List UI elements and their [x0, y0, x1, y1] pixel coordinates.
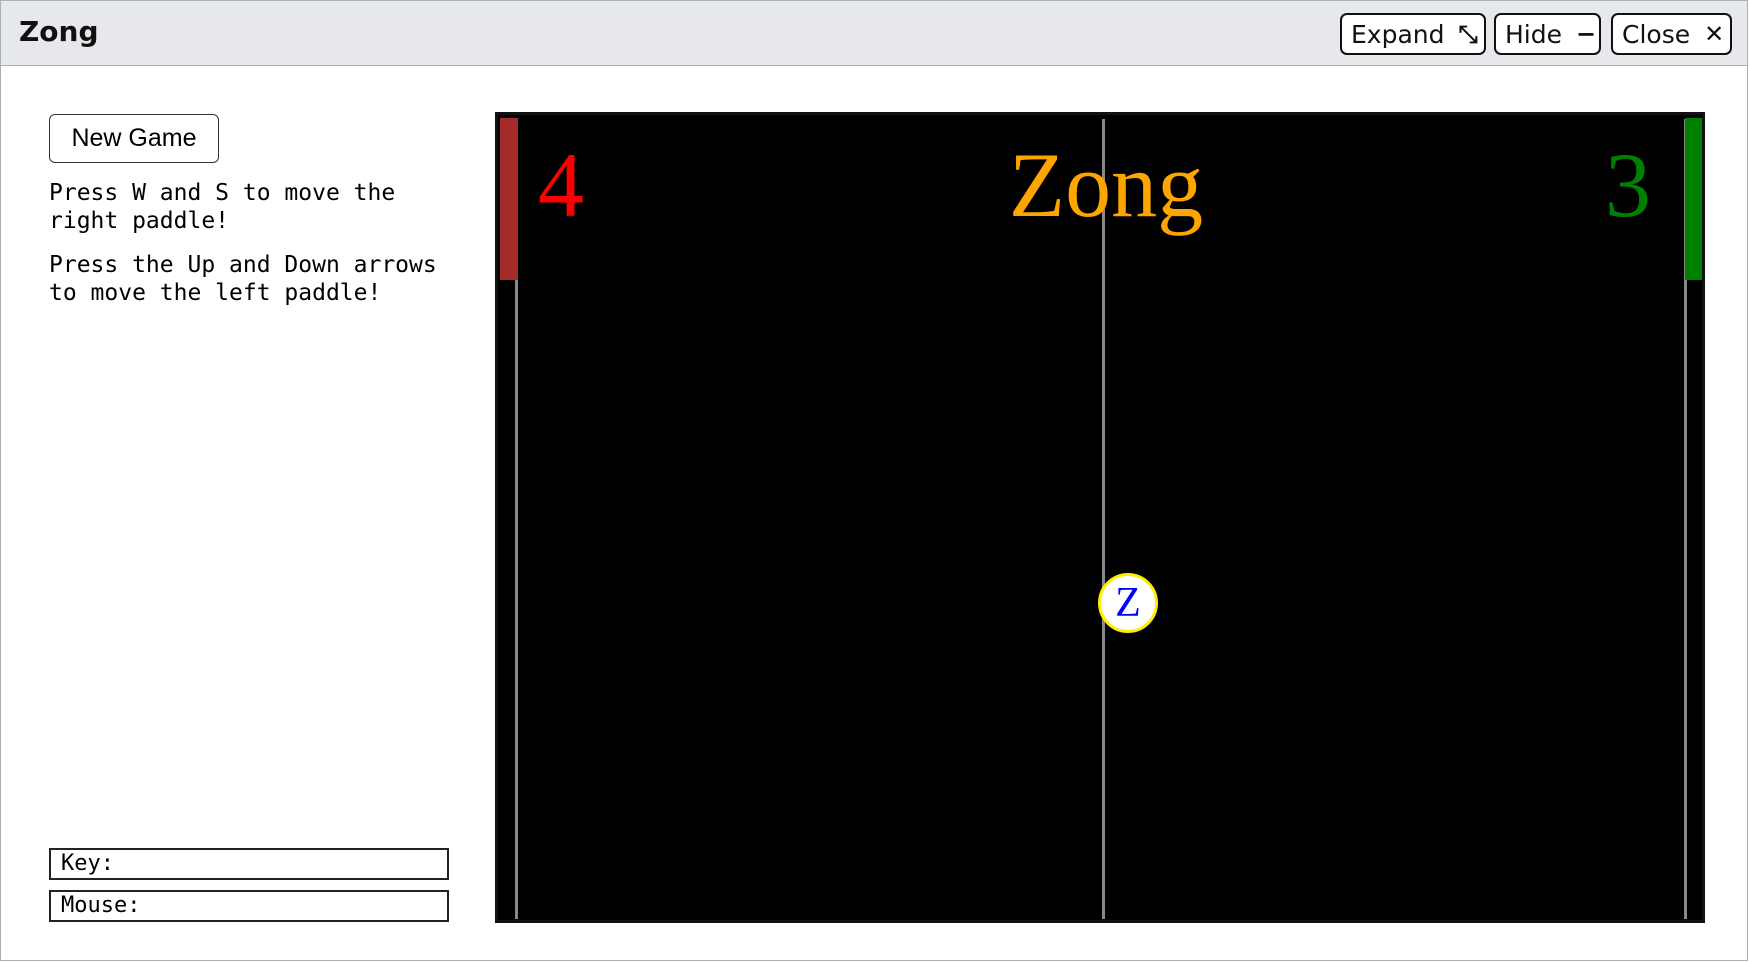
right-paddle [1685, 118, 1702, 280]
expand-icon: ⤡ [1458, 20, 1478, 48]
ball: Z [1098, 573, 1158, 633]
ball-letter: Z [1115, 580, 1141, 626]
key-status-label: Key: [61, 851, 114, 876]
minimize-icon: − [1576, 20, 1597, 48]
expand-button-label: Expand [1351, 19, 1445, 49]
mouse-status-field: Mouse: [49, 890, 449, 922]
game-canvas[interactable]: 4 3 Zong Z [495, 112, 1705, 923]
instructions-right-paddle: Press W and S to move the right paddle! [49, 180, 410, 234]
center-line [1102, 119, 1105, 919]
hide-button[interactable]: Hide − [1494, 13, 1601, 55]
instructions-left-paddle: Press the Up and Down arrows to move the… [49, 252, 451, 306]
app-window: Zong Expand ⤡ Hide − Close ✕ New Game Pr… [0, 0, 1748, 961]
key-status-field: Key: [49, 848, 449, 880]
hide-button-label: Hide [1505, 19, 1562, 49]
close-button-label: Close [1622, 19, 1691, 49]
left-paddle [500, 118, 518, 280]
title-bar: Zong Expand ⤡ Hide − Close ✕ [1, 1, 1747, 66]
expand-button[interactable]: Expand ⤡ [1340, 13, 1486, 55]
close-button[interactable]: Close ✕ [1611, 13, 1732, 55]
right-score: 3 [1605, 134, 1651, 236]
close-icon: ✕ [1704, 20, 1725, 48]
window-title: Zong [19, 15, 99, 48]
left-score: 4 [538, 134, 584, 236]
game-title: Zong [1008, 134, 1204, 236]
new-game-button[interactable]: New Game [49, 114, 219, 163]
mouse-status-label: Mouse: [61, 893, 141, 918]
